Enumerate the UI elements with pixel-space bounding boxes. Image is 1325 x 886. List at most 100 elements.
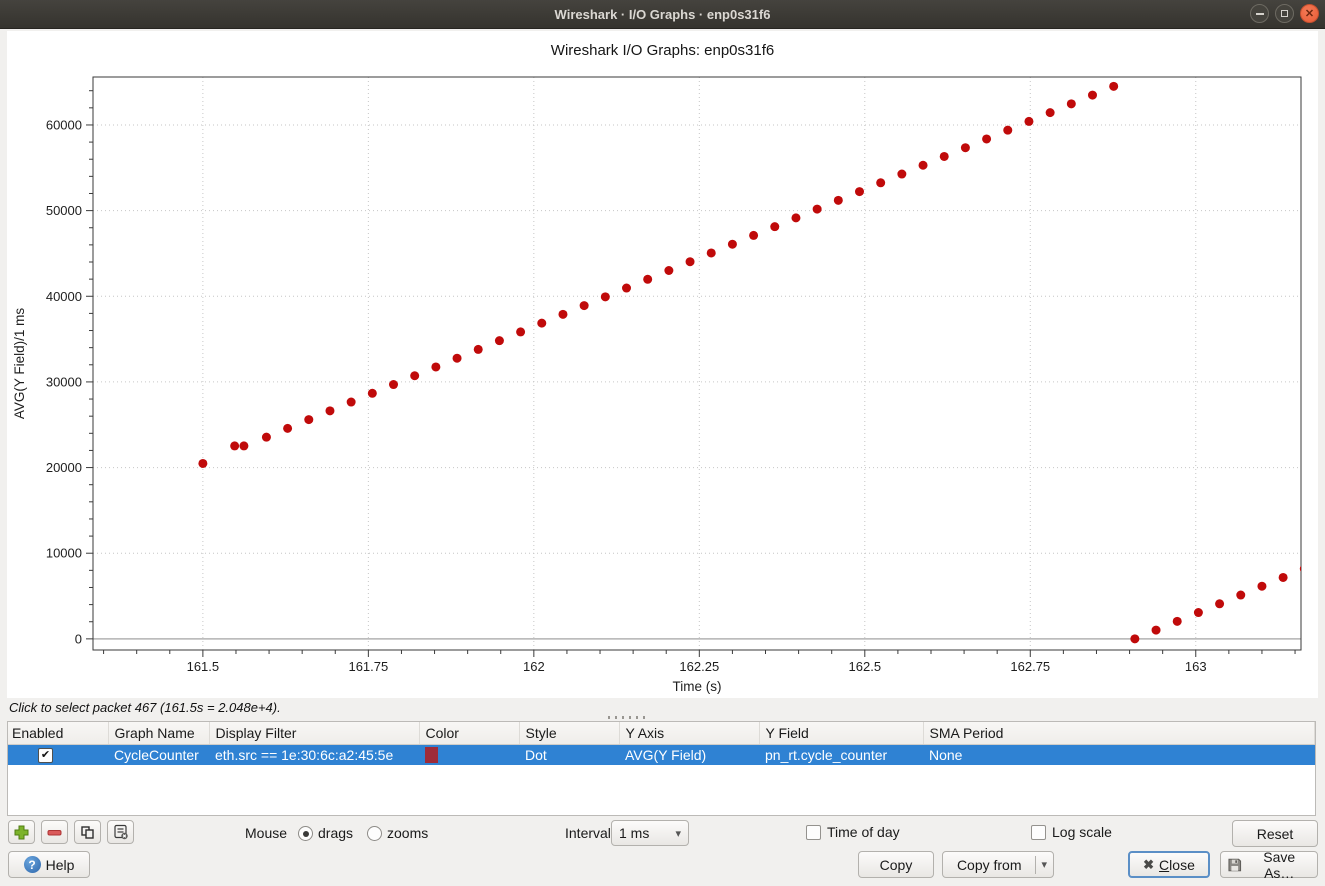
splitter-handle[interactable] [608, 716, 648, 719]
data-point[interactable] [410, 371, 419, 380]
data-point[interactable] [622, 284, 631, 293]
data-point[interactable] [347, 398, 356, 407]
data-point[interactable] [770, 222, 779, 231]
column-header-y_field[interactable]: Y Field [759, 722, 923, 745]
data-point[interactable] [230, 441, 239, 450]
interval-dropdown[interactable]: 1 ms ▾ [611, 820, 689, 846]
reset-button[interactable]: Reset [1232, 820, 1318, 847]
data-point[interactable] [262, 433, 271, 442]
data-point[interactable] [495, 336, 504, 345]
data-point[interactable] [1067, 99, 1076, 108]
column-header-style[interactable]: Style [519, 722, 619, 745]
enabled-checkbox-icon[interactable]: ✔ [38, 748, 53, 763]
save-as-button[interactable]: Save As… [1220, 851, 1318, 878]
data-point[interactable] [728, 240, 737, 249]
data-point[interactable] [897, 170, 906, 179]
column-header-y_axis[interactable]: Y Axis [619, 722, 759, 745]
data-point[interactable] [643, 275, 652, 284]
data-point[interactable] [1130, 634, 1139, 643]
duplicate-graph-button[interactable] [74, 820, 101, 844]
table-row[interactable]: ✔ CycleCountereth.src == 1e:30:6c:a2:45:5… [8, 745, 1315, 766]
cell-filter[interactable]: eth.src == 1e:30:6c:a2:45:5e [209, 745, 419, 766]
graph-color-swatch[interactable] [425, 747, 438, 763]
data-point[interactable] [558, 310, 567, 319]
data-point[interactable] [1173, 617, 1182, 626]
cell-color[interactable] [419, 745, 519, 766]
column-header-filter[interactable]: Display Filter [209, 722, 419, 745]
data-point[interactable] [1003, 126, 1012, 135]
svg-text:30000: 30000 [46, 374, 82, 389]
data-point[interactable] [198, 459, 207, 468]
cell-name[interactable]: CycleCounter [108, 745, 209, 766]
data-point[interactable] [940, 152, 949, 161]
table-body[interactable]: ✔ CycleCountereth.src == 1e:30:6c:a2:45:5… [8, 745, 1315, 766]
data-point[interactable] [474, 345, 483, 354]
data-point[interactable] [1236, 591, 1245, 600]
data-point[interactable] [686, 257, 695, 266]
data-point[interactable] [1088, 91, 1097, 100]
column-header-enabled[interactable]: Enabled [8, 722, 108, 745]
data-point[interactable] [813, 205, 822, 214]
svg-text:Time (s): Time (s) [673, 679, 722, 694]
data-point[interactable] [368, 389, 377, 398]
data-point[interactable] [516, 327, 525, 336]
copy-button[interactable]: Copy [858, 851, 934, 878]
io-graph-plot[interactable]: 161.5161.75162162.25162.5162.75163010000… [7, 68, 1318, 696]
data-point[interactable] [389, 380, 398, 389]
data-point[interactable] [961, 143, 970, 152]
data-point[interactable] [855, 187, 864, 196]
data-point[interactable] [749, 231, 758, 240]
data-point[interactable] [1194, 608, 1203, 617]
data-point[interactable] [1257, 582, 1266, 591]
mouse-drags-radio[interactable]: drags [298, 825, 353, 841]
add-graph-button[interactable] [8, 820, 35, 844]
column-header-name[interactable]: Graph Name [108, 722, 209, 745]
data-point[interactable] [304, 415, 313, 424]
data-point[interactable] [325, 406, 334, 415]
io-graph-plot-widget: Wireshark I/O Graphs: enp0s31f6 161.5161… [7, 31, 1318, 698]
log-scale-checkbox[interactable]: Log scale [1031, 824, 1112, 840]
cell-y_field[interactable]: pn_rt.cycle_counter [759, 745, 923, 766]
data-point[interactable] [580, 301, 589, 310]
help-button[interactable]: ? Help [8, 851, 90, 878]
data-point[interactable] [1279, 573, 1288, 582]
cell-style[interactable]: Dot [519, 745, 619, 766]
data-point[interactable] [1046, 108, 1055, 117]
data-point[interactable] [664, 266, 673, 275]
column-header-color[interactable]: Color [419, 722, 519, 745]
clear-graphs-button[interactable] [107, 820, 134, 844]
cell-enabled[interactable]: ✔ [8, 745, 108, 766]
graphs-table[interactable]: EnabledGraph NameDisplay FilterColorStyl… [7, 721, 1316, 816]
series-CycleCounter [198, 82, 1308, 644]
cell-sma[interactable]: None [923, 745, 1315, 766]
data-point[interactable] [791, 213, 800, 222]
interval-value: 1 ms [619, 825, 649, 841]
remove-graph-button[interactable] [41, 820, 68, 844]
data-point[interactable] [1024, 117, 1033, 126]
time-of-day-checkbox[interactable]: Time of day [806, 824, 900, 840]
close-button[interactable]: ✖ Close [1128, 851, 1210, 878]
data-point[interactable] [431, 362, 440, 371]
data-point[interactable] [834, 196, 843, 205]
minimize-icon[interactable] [1250, 4, 1269, 23]
data-point[interactable] [1152, 626, 1161, 635]
mouse-zooms-radio[interactable]: zooms [367, 825, 428, 841]
data-point[interactable] [239, 441, 248, 450]
data-point[interactable] [876, 178, 885, 187]
chevron-down-icon: ▾ [1035, 856, 1048, 874]
data-point[interactable] [982, 134, 991, 143]
titlebar[interactable]: Wireshark · I/O Graphs · enp0s31f6 ✕ [0, 0, 1325, 29]
data-point[interactable] [601, 292, 610, 301]
copy-from-button[interactable]: Copy from ▾ [942, 851, 1054, 878]
data-point[interactable] [707, 248, 716, 257]
maximize-icon[interactable] [1275, 4, 1294, 23]
data-point[interactable] [537, 319, 546, 328]
close-icon[interactable]: ✕ [1300, 4, 1319, 23]
data-point[interactable] [1109, 82, 1118, 91]
data-point[interactable] [1215, 599, 1224, 608]
cell-y_axis[interactable]: AVG(Y Field) [619, 745, 759, 766]
column-header-sma[interactable]: SMA Period [923, 722, 1315, 745]
data-point[interactable] [453, 354, 462, 363]
data-point[interactable] [919, 161, 928, 170]
data-point[interactable] [283, 424, 292, 433]
